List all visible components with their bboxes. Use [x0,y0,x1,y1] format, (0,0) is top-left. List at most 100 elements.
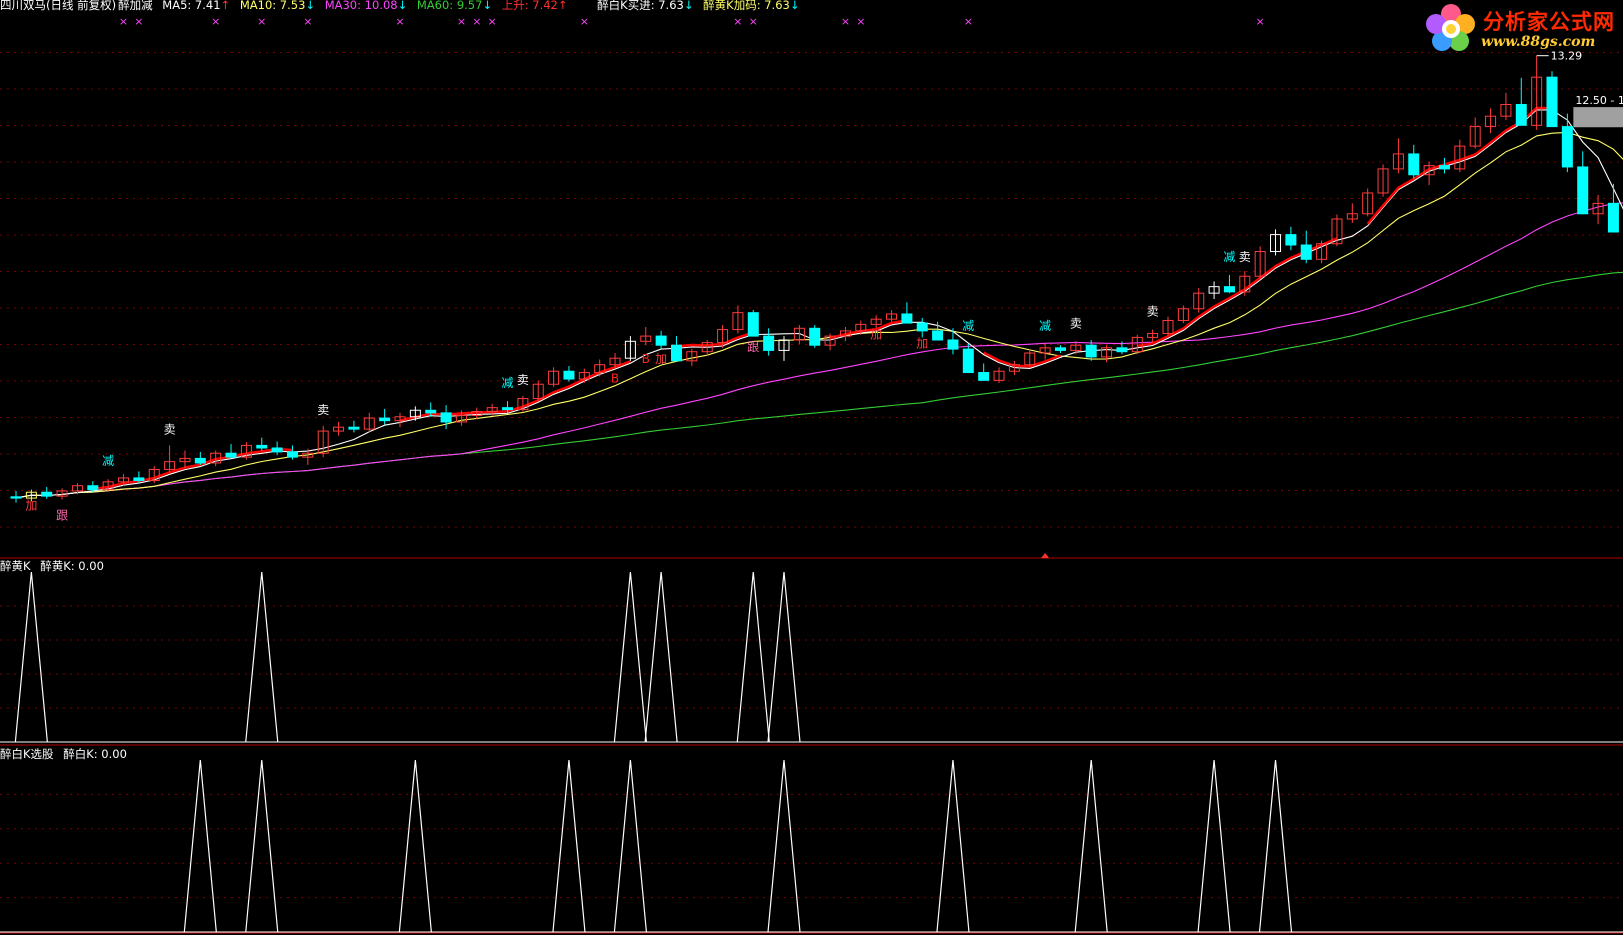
arrow-up-icon: ↑ [220,0,231,12]
candle[interactable] [87,485,99,491]
candle[interactable] [41,491,53,497]
candle[interactable] [225,452,237,458]
candle[interactable] [256,444,268,449]
signal-x-mark: × [303,15,312,28]
signal-sell: 卖 [164,422,176,436]
signal-reduce: 减 [502,376,514,390]
signal-x-mark: × [134,15,143,28]
signal-add: 加 [916,336,928,350]
candle[interactable] [809,327,821,346]
arrow-down-icon: ↓ [397,0,408,12]
sub2-value: 醉白K: 0.00 [63,747,127,761]
candle[interactable] [947,339,959,350]
candle[interactable] [10,496,22,499]
candle[interactable] [563,370,575,380]
signal-x-mark: × [119,15,128,28]
stock-chart[interactable]: 12.50 - 12.1910.50 - 10.3413.296.20加跟减卖卖… [0,0,1623,935]
candle[interactable] [1116,347,1128,353]
candle[interactable] [978,372,990,381]
sub1-value: 醉黄K: 0.00 [40,559,104,573]
yellow-k-spike [613,571,647,743]
signal-x-mark: × [488,15,497,28]
candle[interactable] [655,335,667,346]
ma10-line [15,131,1623,499]
candle[interactable] [901,313,913,324]
candle[interactable] [1085,344,1097,358]
candle[interactable] [670,344,682,362]
candle[interactable] [271,447,283,453]
signal-sell: 卖 [1147,305,1159,319]
signal-follow: 跟 [747,340,759,354]
signal-x-mark: × [395,15,404,28]
signal-sell: 卖 [1239,250,1251,264]
signal-buy: B [611,372,619,386]
flower-logo-icon [1426,4,1475,51]
candle[interactable] [1546,76,1558,128]
candle[interactable] [286,451,298,458]
signal-x-mark: × [856,15,865,28]
candle[interactable] [1607,202,1619,233]
legend-ma30: MA30: 10.08↓ [324,0,408,12]
signal-sell: 卖 [317,403,329,417]
candle[interactable] [747,312,759,337]
signal-x-mark: × [1256,15,1265,28]
trend-line [983,351,1061,368]
signal-buy: B [642,352,650,366]
stock-title: 四川双马(日线 前复权) [0,0,117,12]
candle[interactable] [916,322,928,332]
white-k-spike [1197,759,1231,933]
white-k-spike [1258,759,1293,933]
signal-reduce: 减 [102,454,114,468]
yellow-k-spike [14,571,48,743]
signal-x-mark: × [964,15,973,28]
arrow-down-icon: ↓ [305,0,316,12]
candle[interactable] [1223,286,1235,293]
candle[interactable] [962,348,974,374]
signal-x-mark: × [457,15,466,28]
candle[interactable] [1561,126,1573,168]
yellow-k-spike [245,571,279,743]
yellow-k-spike [644,571,678,743]
band-upper-label: 12.50 - 12.19 [1575,94,1623,107]
candle[interactable] [1054,347,1066,351]
signal-x-mark: × [841,15,850,28]
signal-x-mark: × [749,15,758,28]
candle[interactable] [1515,103,1527,126]
sub2-legend: 醉白K选股 醉白K: 0.00 [0,747,133,761]
candle[interactable] [1300,244,1312,260]
main-legend: 四川双马(日线 前复权) 醉加减 MA5: 7.41↑ MA10: 7.53↓ M… [0,0,805,12]
candle[interactable] [502,407,514,411]
arrow-down-icon: ↓ [683,0,694,12]
candle[interactable] [1408,153,1420,176]
candle[interactable] [440,412,452,423]
candle[interactable] [1438,165,1450,170]
arrow-up-icon [1041,553,1050,558]
candle[interactable] [194,457,206,464]
signal-follow: 跟 [56,508,68,522]
site-logo: 分析家公式网 www.88gs.com [1423,0,1623,58]
trend-line [829,319,908,340]
sub2-name: 醉白K选股 [0,747,54,761]
white-k-spike [936,759,970,933]
candle[interactable] [1577,166,1589,215]
signal-x-mark: × [211,15,220,28]
signal-x-mark: × [580,15,589,28]
signal-add: 加 [25,498,37,512]
white-k-spike [1074,759,1108,933]
candle[interactable] [348,426,360,430]
signal-add: 加 [655,352,667,366]
white-k-spike [613,759,647,933]
candle[interactable] [932,330,944,341]
candle[interactable] [763,335,775,351]
signal-x-mark: × [733,15,742,28]
candle[interactable] [133,477,145,482]
arrow-down-icon: ↓ [789,0,800,12]
candle[interactable] [379,417,391,422]
yellow-k-spike [736,571,770,743]
logo-brand: 分析家公式网 [1483,10,1615,34]
candle[interactable] [1285,234,1297,246]
white-k-spike [183,759,217,933]
signal-sell: 卖 [1070,316,1082,330]
signal-reduce: 减 [962,319,974,333]
candle[interactable] [425,409,437,414]
